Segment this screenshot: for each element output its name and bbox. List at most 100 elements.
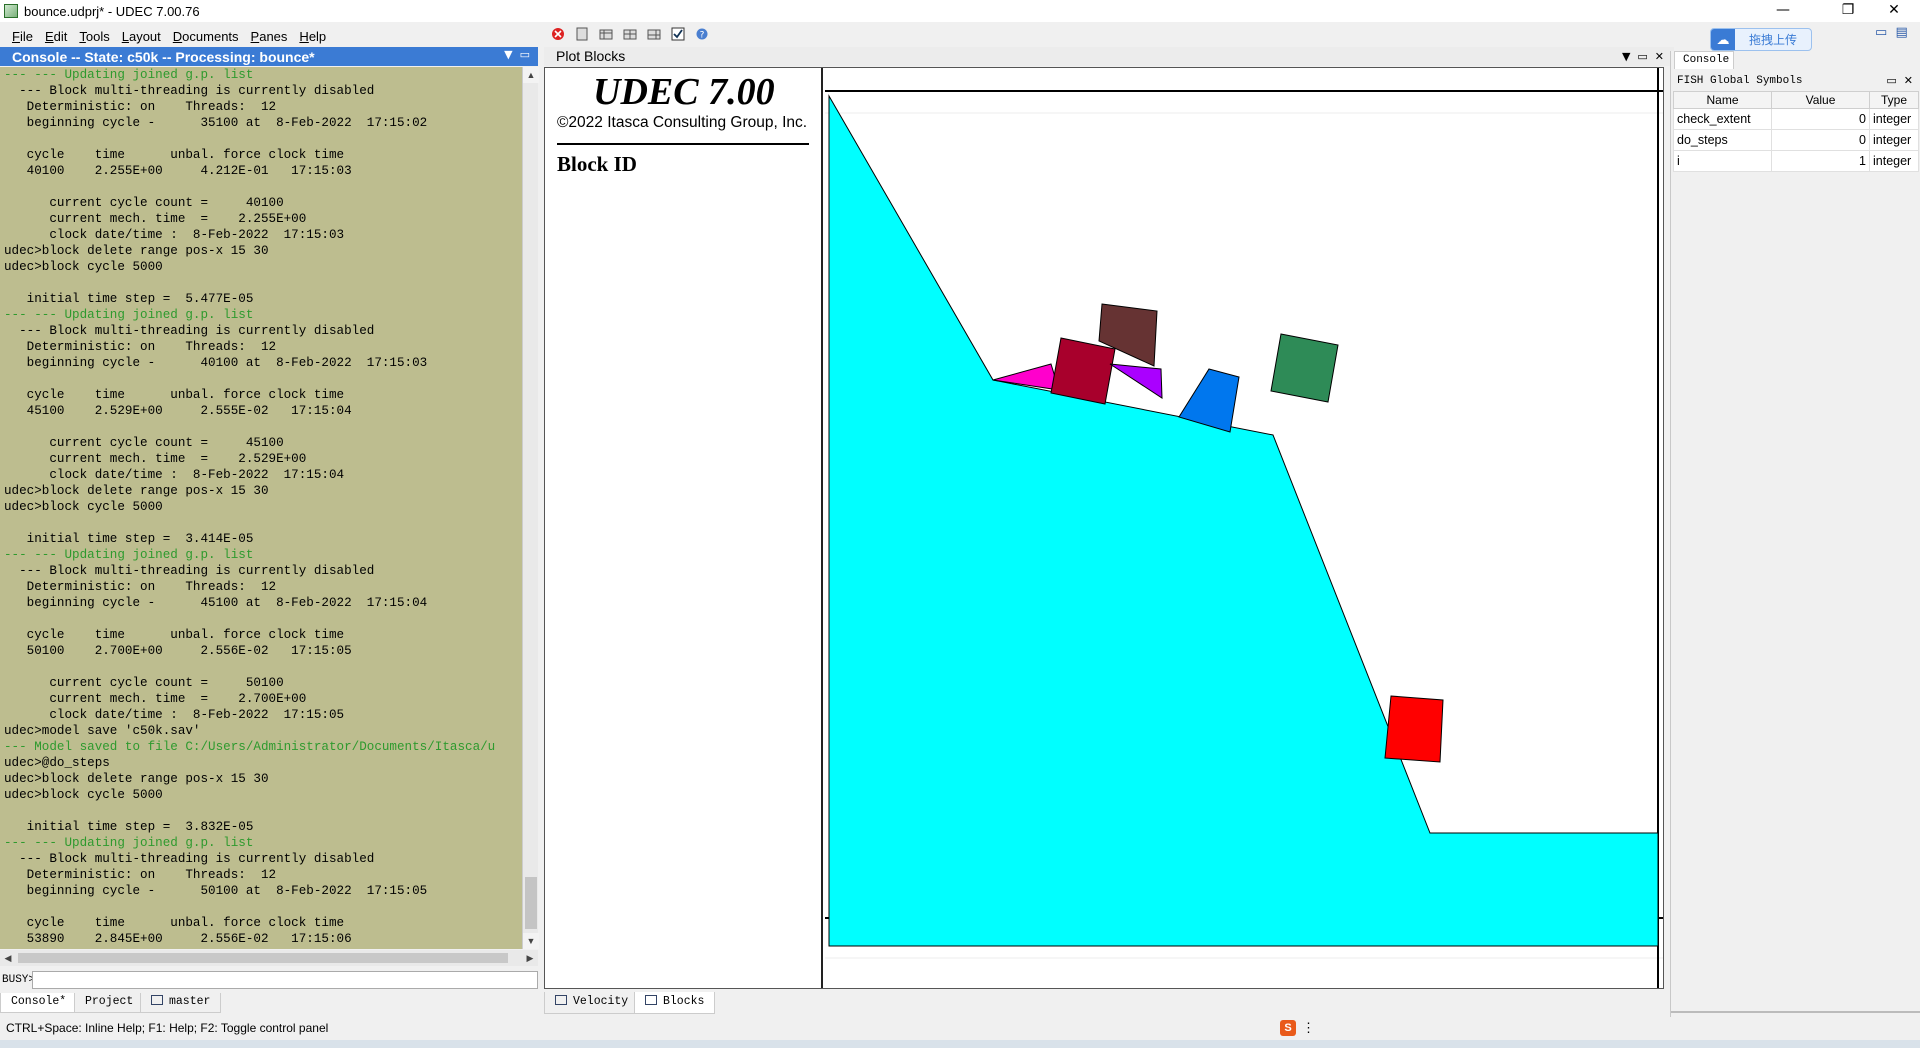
pane-divider: [1671, 1011, 1920, 1013]
symbol-value: 0: [1771, 129, 1870, 151]
scroll-down-arrow-icon[interactable]: ▼: [523, 933, 539, 949]
console-line: Deterministic: on Threads: 12: [4, 580, 277, 594]
stop-icon[interactable]: [550, 26, 566, 42]
legend-label: Block ID: [557, 152, 637, 176]
fish-symbols-table: Name Value Type check_extent 0 integer d…: [1673, 91, 1919, 172]
console-output[interactable]: --- --- Updating joined g.p. list --- Bl…: [0, 67, 522, 949]
table-row[interactable]: i 1 integer: [1673, 150, 1919, 172]
window-title: bounce.udprj* - UDEC 7.00.76: [24, 3, 200, 19]
console-line: udec>block delete range pos-x 15 30: [4, 244, 269, 258]
menu-layout[interactable]: Layout: [122, 29, 161, 44]
plot-title: Plot Blocks: [556, 48, 626, 64]
console-line: cycle time unbal. force clock time: [4, 628, 345, 642]
plot-pane-options[interactable]: ▼ ▭ ✕: [1622, 47, 1664, 66]
console-line: udec>@do_steps: [4, 756, 110, 770]
console-line: current mech. time = 2.529E+00: [4, 452, 307, 466]
menu-edit[interactable]: Edit: [45, 29, 67, 44]
scroll-up-arrow-icon[interactable]: ▲: [523, 67, 539, 83]
console-line: initial time step = 3.832E-05: [4, 820, 254, 834]
scroll-right-arrow-icon[interactable]: ▶: [522, 950, 538, 966]
console-line: 50100 2.700E+00 2.556E-02 17:15:05: [4, 644, 352, 658]
scroll-thumb[interactable]: [525, 877, 537, 929]
console-line: clock date/time : 8-Feb-2022 17:15:05: [4, 708, 345, 722]
symbol-value: 1: [1771, 150, 1870, 172]
console-line: current cycle count = 45100: [4, 436, 284, 450]
console-line: udec>model save 'c50k.sav': [4, 724, 201, 738]
tab-velocity[interactable]: Velocity: [544, 992, 640, 1014]
plot-header: Plot Blocks ▼ ▭ ✕: [544, 47, 1674, 66]
checkbox-icon[interactable]: [670, 26, 686, 42]
plot-copy-icon[interactable]: [598, 26, 614, 42]
console-vertical-scrollbar[interactable]: ▲ ▼: [522, 67, 539, 949]
menu-documents[interactable]: Documents: [173, 29, 239, 44]
console-line: Deterministic: on Threads: 12: [4, 100, 277, 114]
console-line: clock date/time : 8-Feb-2022 17:15:04: [4, 468, 345, 482]
plot-toolbar: ?: [544, 22, 1674, 46]
plot-save-icon[interactable]: [646, 26, 662, 42]
h-scroll-thumb[interactable]: [18, 953, 508, 963]
plot-canvas[interactable]: UDEC 7.00 ©2022 Itasca Consulting Group,…: [544, 67, 1664, 989]
app-icon: [4, 4, 18, 18]
console-line: --- --- Updating joined g.p. list: [4, 836, 254, 850]
plot-export-icon[interactable]: [622, 26, 638, 42]
console-line: initial time step = 5.477E-05: [4, 292, 254, 306]
prompt-label: BUSY>: [2, 974, 36, 986]
console-line: --- Block multi-threading is currently d…: [4, 852, 375, 866]
cloud-upload-button[interactable]: ☁ 拖拽上传: [1710, 28, 1812, 51]
fish-symbols-pane: Console FISH Global Symbols ▭ ✕ Name Val…: [1670, 51, 1920, 1017]
fish-header: FISH Global Symbols ▭ ✕: [1671, 72, 1920, 90]
ime-indicator[interactable]: S ⋮: [1280, 1018, 1328, 1038]
console-title: Console -- State: c50k -- Processing: bo…: [12, 48, 315, 65]
tab-console[interactable]: Console*: [0, 993, 78, 1013]
menu-tools[interactable]: Tools: [79, 29, 109, 44]
plot-icon: [555, 995, 567, 1005]
menu-file[interactable]: File: [12, 29, 33, 44]
crimson-square-block: [1050, 337, 1116, 405]
menu-help[interactable]: Help: [299, 29, 326, 44]
table-row[interactable]: check_extent 0 integer: [1673, 108, 1919, 130]
ime-menu-icon: ⋮: [1302, 1020, 1315, 1035]
console-line: --- --- Updating joined g.p. list: [4, 68, 254, 82]
console-line: current cycle count = 50100: [4, 676, 284, 690]
symbol-type: integer: [1869, 150, 1919, 172]
tab-blocks[interactable]: Blocks: [634, 992, 716, 1014]
udec-version-title: UDEC 7.00: [593, 71, 775, 113]
console-line: --- Model saved to file C:/Users/Adminis…: [4, 740, 496, 754]
fish-pane-options[interactable]: ▭ ✕: [1886, 72, 1913, 90]
right-pane-controls[interactable]: ▭ ▤: [1875, 25, 1908, 40]
table-row[interactable]: do_steps 0 integer: [1673, 129, 1919, 151]
console-horizontal-scrollbar[interactable]: ◀ ▶: [0, 950, 538, 966]
scroll-left-arrow-icon[interactable]: ◀: [0, 950, 16, 966]
tab-console-right[interactable]: Console: [1674, 51, 1734, 69]
pane-options[interactable]: ▼ ▭: [504, 48, 530, 61]
console-line: --- --- Updating joined g.p. list: [4, 308, 254, 322]
maximize-button[interactable]: ❐: [1825, 0, 1871, 22]
menu-panes[interactable]: Panes: [251, 29, 288, 44]
tab-master[interactable]: master: [140, 993, 222, 1013]
console-line: beginning cycle - 35100 at 8-Feb-2022 17…: [4, 116, 428, 130]
column-name[interactable]: Name: [1673, 91, 1772, 109]
tab-master-label: master: [169, 995, 211, 1008]
fish-header-title: FISH Global Symbols: [1677, 75, 1803, 87]
column-type[interactable]: Type: [1869, 91, 1919, 109]
close-button[interactable]: ✕: [1871, 0, 1917, 22]
plot-print-icon[interactable]: [574, 26, 590, 42]
console-line: cycle time unbal. force clock time: [4, 916, 345, 930]
console-line: 45100 2.529E+00 2.555E-02 17:15:04: [4, 404, 352, 418]
column-value[interactable]: Value: [1771, 91, 1870, 109]
console-line: cycle time unbal. force clock time: [4, 388, 345, 402]
copyright-text: ©2022 Itasca Consulting Group, Inc.: [557, 114, 808, 131]
help-icon[interactable]: ?: [694, 26, 710, 42]
console-line: --- --- Updating joined g.p. list: [4, 548, 254, 562]
status-bar: CTRL+Space: Inline Help; F1: Help; F2: T…: [6, 1021, 329, 1035]
cloud-icon: ☁: [1711, 29, 1735, 50]
command-input[interactable]: [32, 971, 538, 989]
tab-project[interactable]: Project: [74, 993, 145, 1013]
minimize-button[interactable]: —: [1760, 0, 1806, 22]
menu-bar: File Edit Tools Layout Documents Panes H…: [0, 26, 338, 46]
console-line: udec>block delete range pos-x 15 30: [4, 484, 269, 498]
